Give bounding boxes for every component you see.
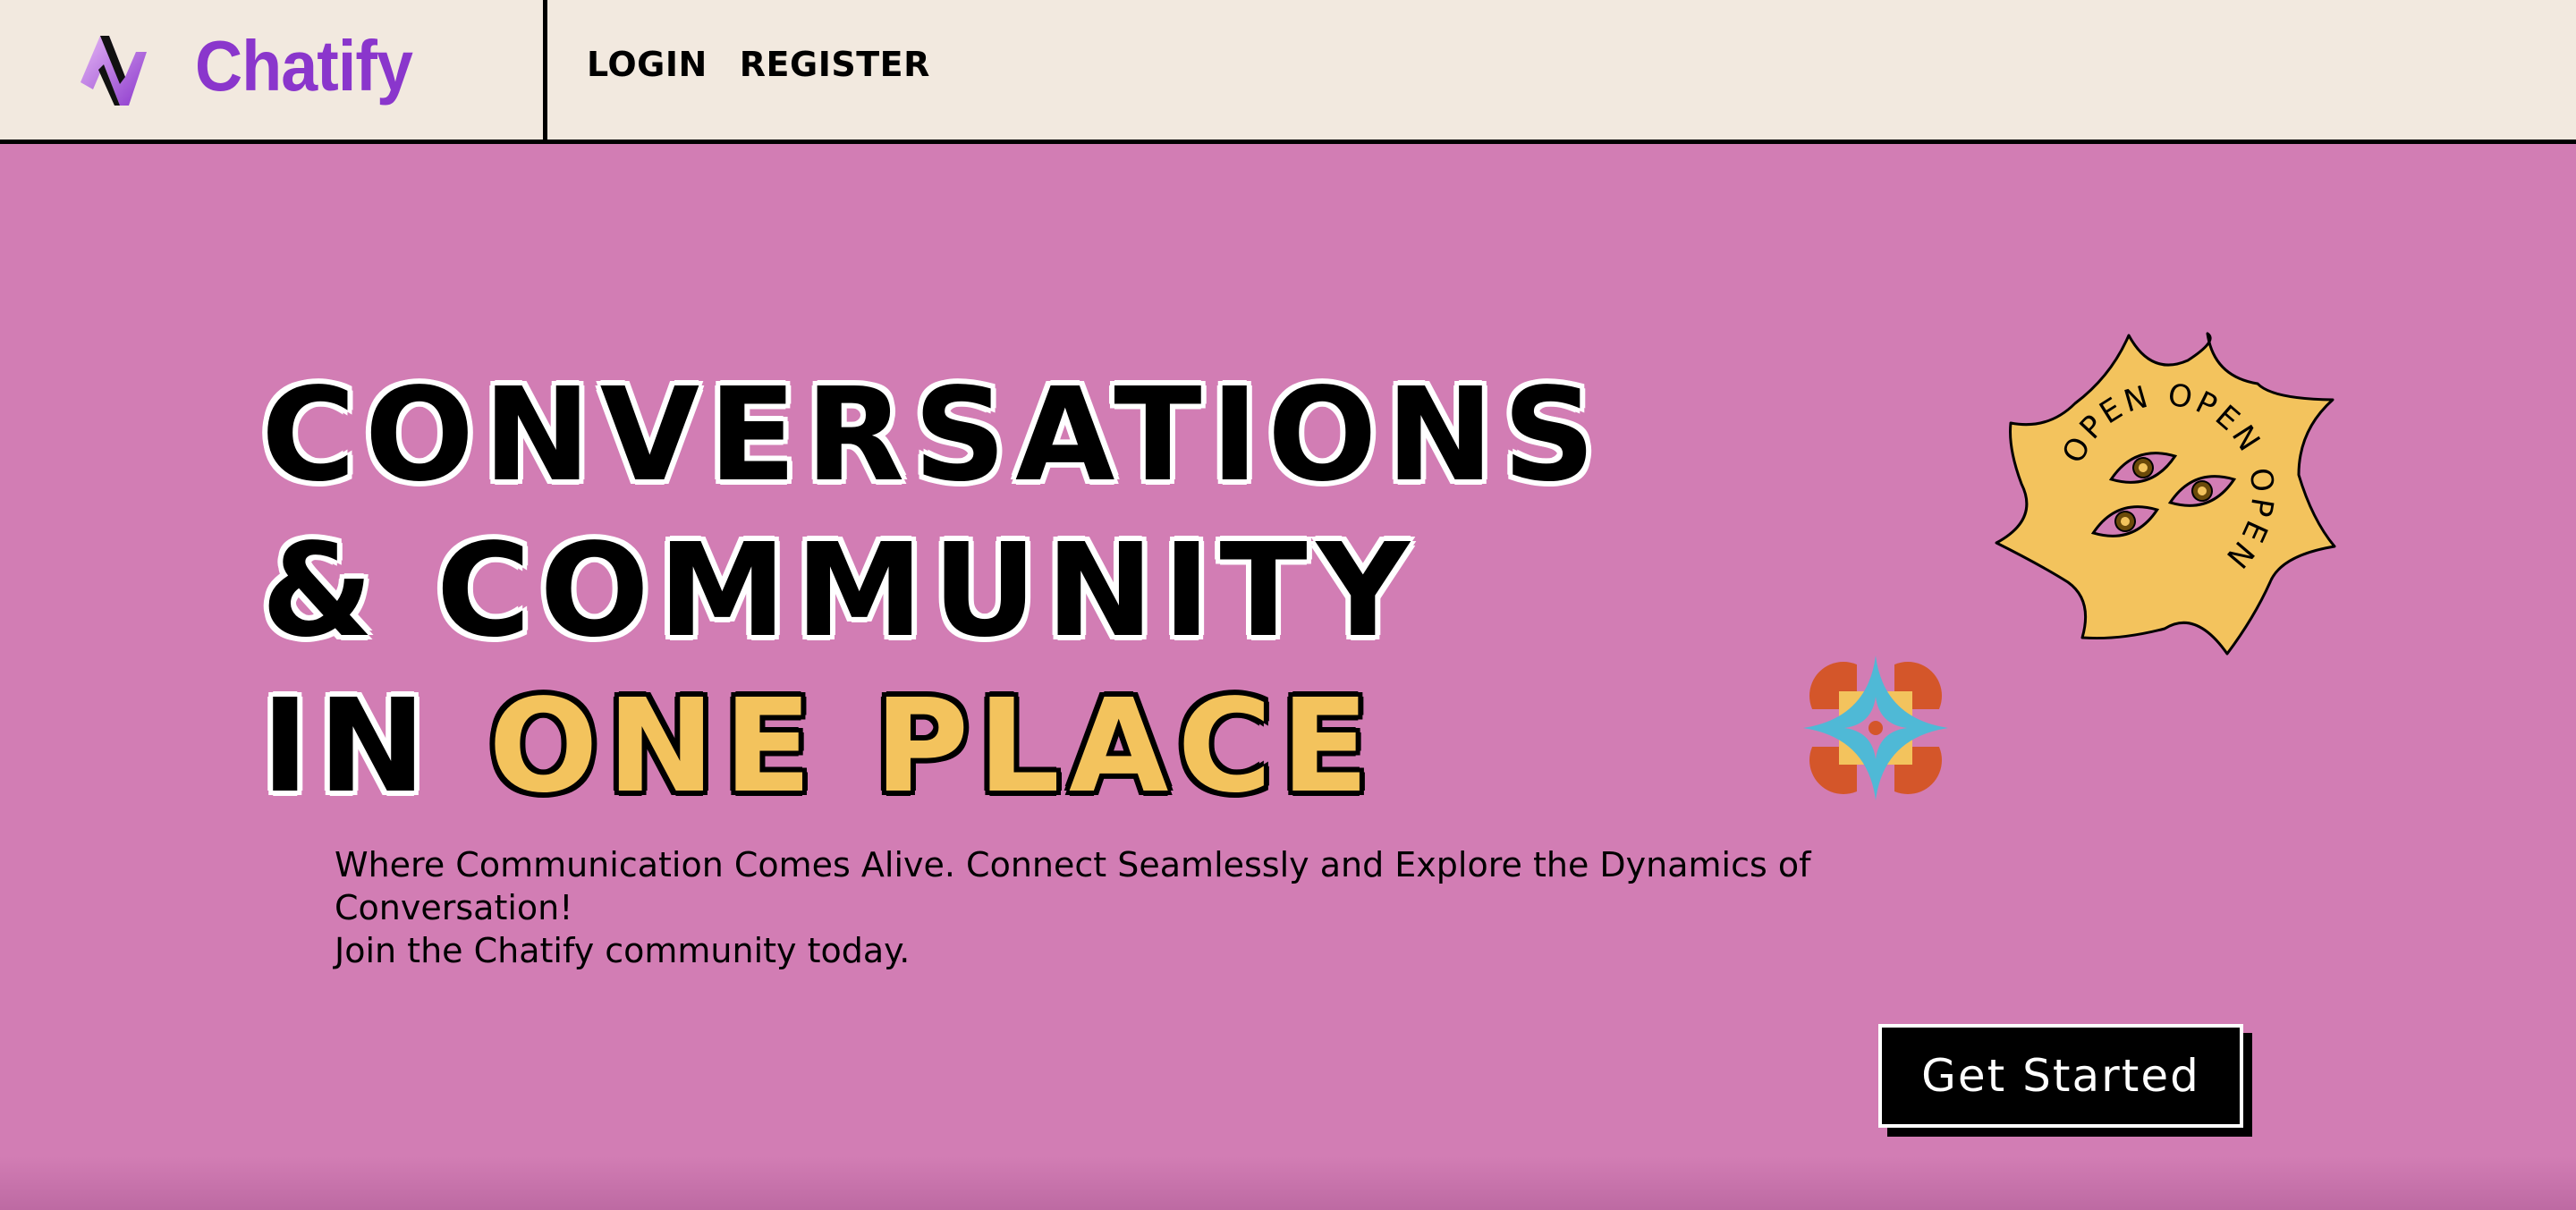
chatify-logo-icon[interactable] [73, 30, 154, 111]
top-nav: LOGIN REGISTER [587, 45, 930, 84]
register-link[interactable]: REGISTER [740, 45, 930, 84]
site-header: Chatify LOGIN REGISTER [0, 0, 2576, 144]
hero-headline: CONVERSATIONS & COMMUNITY IN ONE PLACE [261, 357, 1605, 824]
open-eyes-sun-badge: OPEN OPEN OPEN [1995, 332, 2336, 656]
headline-accent: ONE PLACE [488, 671, 1378, 821]
brand[interactable]: Chatify [0, 0, 547, 140]
get-started-button[interactable]: Get Started [1878, 1024, 2243, 1128]
tagline-line-2: Join the Chatify community today. [335, 931, 911, 970]
hero-bottom-shadow [0, 1156, 2576, 1210]
headline-line-3-prefix: IN [261, 671, 489, 821]
login-link[interactable]: LOGIN [587, 45, 708, 84]
four-point-star-icon [1803, 656, 1948, 800]
brand-name[interactable]: Chatify [195, 21, 413, 111]
hero-tagline: Where Communication Comes Alive. Connect… [335, 843, 1873, 972]
hero-section: CONVERSATIONS & COMMUNITY IN ONE PLACE W… [0, 144, 2576, 1210]
headline-line-2: & COMMUNITY [261, 515, 1419, 665]
get-started-wrapper: Get Started [1878, 1024, 2254, 1137]
tagline-line-1: Where Communication Comes Alive. Connect… [335, 845, 1811, 927]
headline-line-3: IN ONE PLACE [261, 668, 1605, 824]
headline-line-1: CONVERSATIONS [261, 360, 1605, 510]
